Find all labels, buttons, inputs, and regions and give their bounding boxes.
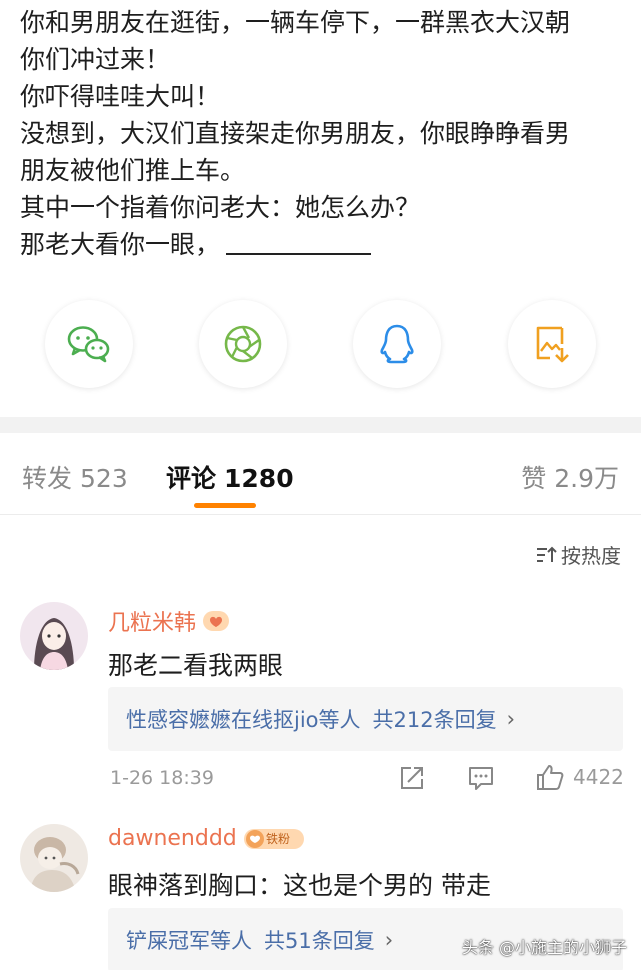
- badge-text: 铁粉: [266, 832, 291, 846]
- tab-comments-count: 1280: [224, 464, 294, 493]
- thumbs-up-icon: [537, 765, 564, 790]
- like-comment-button[interactable]: 4422: [535, 763, 624, 791]
- post-body: 你和男朋友在逛街，一辆车停下，一群黑衣大汉朝 你们冲过来！ 你吓得哇哇大叫！ 没…: [20, 4, 630, 263]
- share-save-image-button[interactable]: [508, 300, 596, 388]
- moments-icon: [224, 325, 262, 363]
- watermark: 头条 @小施主的小狮子: [461, 938, 627, 957]
- engagement-tabs: 转发 523 评论 1280 赞 2.9万: [0, 433, 641, 515]
- reply-comment-button[interactable]: [467, 765, 495, 791]
- comment-text: 眼神落到胸口：这也是个男的 带走: [108, 871, 491, 900]
- qq-icon: [380, 324, 414, 364]
- comment-username[interactable]: dawnenddd 铁粉: [108, 826, 305, 851]
- reply-summary: 铲屎冠军等人: [126, 929, 252, 953]
- tab-comments-label: 评论: [166, 464, 217, 493]
- tab-likes-label: 赞: [521, 464, 547, 493]
- avatar[interactable]: [20, 824, 88, 892]
- share-icon: [401, 767, 423, 789]
- reply-count: 共51条回复: [264, 929, 375, 953]
- username-text: 几粒米韩: [108, 611, 197, 636]
- comment-icon: [469, 767, 493, 790]
- save-image-icon: [536, 326, 569, 363]
- tab-repost-count: 523: [80, 464, 128, 493]
- tab-repost-label: 转发: [22, 464, 73, 493]
- tab-likes[interactable]: 赞 2.9万: [521, 459, 619, 495]
- tab-repost[interactable]: 转发 523: [22, 459, 128, 495]
- replies-link[interactable]: 性感容嬷嬷在线抠jio等人 共212条回复 ›: [108, 687, 623, 751]
- tab-comments[interactable]: 评论 1280: [166, 459, 294, 495]
- username-text: dawnenddd: [108, 826, 237, 851]
- repost-comment-button[interactable]: [399, 765, 425, 791]
- post-line: 朋友被他们推上车。: [20, 156, 246, 185]
- avatar-image: [20, 824, 88, 892]
- comment-time: 1-26 18:39: [110, 767, 214, 789]
- tab-likes-count: 2.9万: [554, 464, 619, 493]
- comment-username[interactable]: 几粒米韩: [108, 605, 230, 637]
- post-line: 其中一个指着你问老大：她怎么办？: [20, 193, 421, 222]
- section-divider: [0, 417, 641, 433]
- active-tab-indicator: [194, 503, 256, 508]
- post-line: 没想到，大汉们直接架走你男朋友，你眼睁睁看男: [20, 119, 571, 148]
- share-wechat-button[interactable]: [45, 300, 133, 388]
- post-line-text: 那老大看你一眼，: [20, 230, 221, 259]
- share-row: [0, 300, 641, 390]
- sort-label: 按热度: [561, 544, 621, 568]
- sort-by-hot-button[interactable]: 按热度: [535, 540, 621, 569]
- reply-count: 共212条回复: [372, 708, 497, 732]
- post-line: 你吓得哇哇大叫！: [20, 82, 221, 111]
- share-moments-button[interactable]: [199, 300, 287, 388]
- comment-text: 那老二看我两眼: [108, 651, 284, 680]
- avatar-image: [20, 602, 88, 670]
- wechat-icon: [67, 326, 110, 363]
- chevron-right-icon: ›: [506, 707, 516, 731]
- avatar[interactable]: [20, 602, 88, 670]
- fill-in-blank: [226, 231, 372, 255]
- like-count: 4422: [573, 765, 624, 789]
- post-line: 你们冲过来！: [20, 45, 171, 74]
- fan-badge-icon: [202, 610, 230, 632]
- share-qq-button[interactable]: [353, 300, 441, 388]
- post-line-last: 那老大看你一眼，: [20, 226, 630, 263]
- reply-summary: 性感容嬷嬷在线抠jio等人: [126, 708, 361, 732]
- post-line: 你和男朋友在逛街，一辆车停下，一群黑衣大汉朝: [20, 8, 571, 37]
- chevron-right-icon: ›: [384, 928, 394, 952]
- sort-icon: [537, 546, 557, 562]
